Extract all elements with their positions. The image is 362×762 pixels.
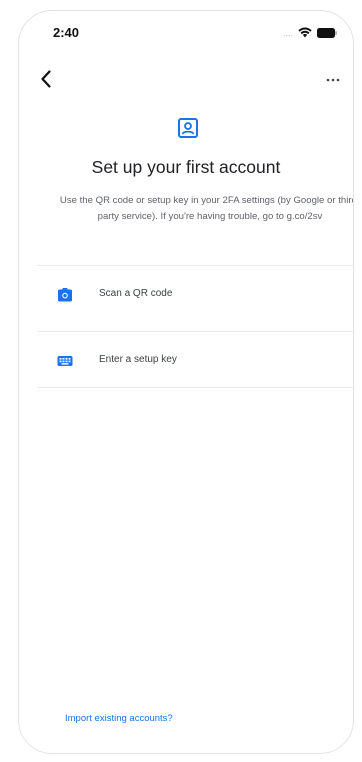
divider	[37, 331, 353, 332]
page-description: Use the QR code or setup key in your 2FA…	[59, 195, 354, 222]
keyboard-icon	[57, 353, 73, 369]
status-time: 2:40	[53, 25, 80, 40]
chevron-left-icon	[41, 70, 51, 88]
import-existing-accounts-link[interactable]: Import existing accounts?	[65, 713, 173, 724]
battery-icon	[317, 27, 337, 38]
top-nav	[19, 67, 353, 95]
wifi-icon	[298, 27, 312, 38]
camera-icon	[57, 287, 73, 303]
scan-qr-code-option[interactable]: Scan a QR code	[37, 271, 353, 319]
status-icons: ....	[283, 27, 337, 38]
phone-frame: 2:40 .... Set up your first account Use …	[18, 10, 354, 754]
page-title: Set up your first account	[91, 157, 281, 177]
account-box-icon	[177, 117, 199, 139]
enter-setup-key-label: Enter a setup key	[99, 354, 177, 365]
divider	[37, 387, 353, 388]
scan-qr-code-label: Scan a QR code	[99, 288, 173, 299]
more-horizontal-icon	[326, 78, 340, 82]
back-button[interactable]	[35, 67, 59, 91]
status-bar: 2:40 ....	[19, 11, 353, 51]
enter-setup-key-option[interactable]: Enter a setup key	[37, 337, 353, 385]
divider	[37, 265, 353, 266]
more-options-button[interactable]	[323, 73, 343, 85]
signal-icon: ....	[282, 27, 293, 38]
